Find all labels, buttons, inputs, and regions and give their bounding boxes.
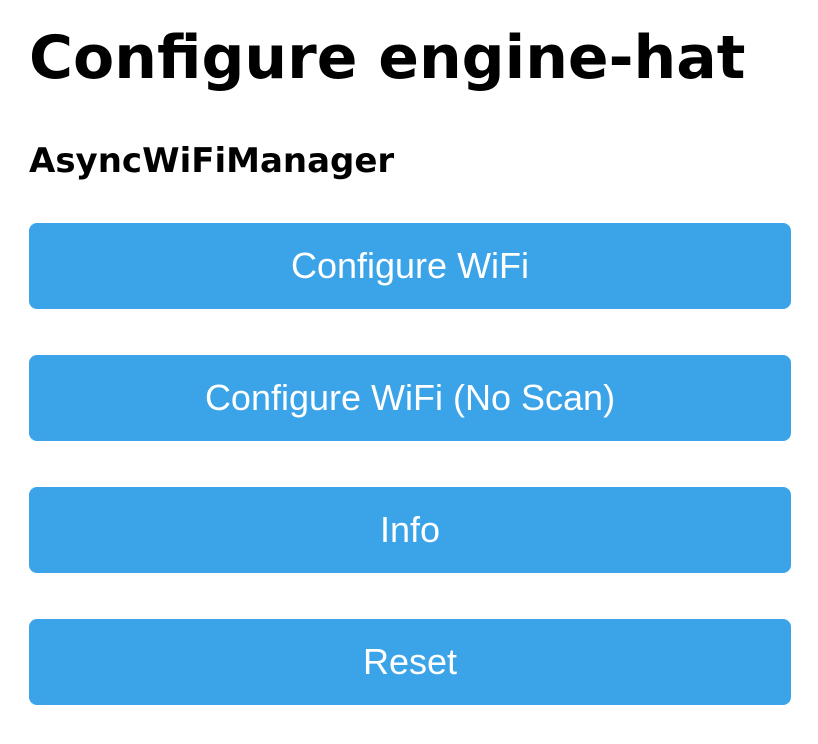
reset-button[interactable]: Reset	[29, 619, 791, 705]
info-button[interactable]: Info	[29, 487, 791, 573]
configure-wifi-no-scan-button[interactable]: Configure WiFi (No Scan)	[29, 355, 791, 441]
manager-subtitle: AsyncWiFiManager	[29, 141, 395, 181]
page-title: Configure engine-hat	[29, 23, 746, 93]
configure-wifi-button[interactable]: Configure WiFi	[29, 223, 791, 309]
